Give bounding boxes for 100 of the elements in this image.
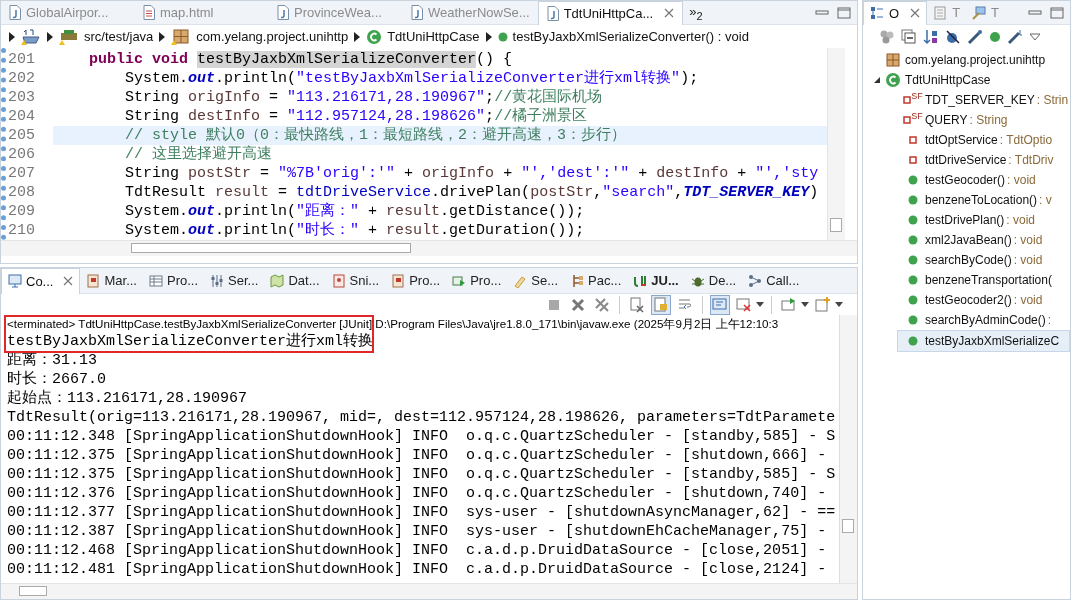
view-tab[interactable]: Sni... [325, 268, 386, 293]
vertical-scrollbar[interactable] [839, 315, 857, 583]
breadcrumb-item[interactable]: TdtUniHttpCase [366, 28, 480, 45]
tab-label: T [991, 5, 1000, 20]
horizontal-scrollbar[interactable] [1, 583, 857, 599]
tree-item[interactable]: testGeocoder2() : void [863, 290, 1070, 310]
hide-fields-icon[interactable] [945, 29, 961, 45]
maximize-icon[interactable] [1050, 6, 1064, 19]
tab-label: Co... [26, 273, 54, 289]
view-tab[interactable]: Pro... [446, 268, 508, 293]
card-icon [331, 273, 346, 288]
expander-icon[interactable] [873, 76, 881, 84]
scroll-lock-button[interactable] [651, 294, 671, 315]
code-area[interactable] [53, 48, 827, 240]
vertical-scrollbar[interactable] [827, 48, 845, 240]
view-tab[interactable]: Co... [1, 268, 81, 294]
method-filter-icon[interactable] [989, 31, 1001, 43]
class-icon [885, 72, 901, 88]
tree-item[interactable]: testDrivePlan() : void [863, 210, 1070, 230]
view-tab[interactable]: Pac... [564, 268, 628, 293]
breadcrumb-label: src/test/java [84, 29, 154, 44]
tree-item[interactable]: searchByAdminCode() : [863, 310, 1070, 330]
console-line: 起始点：113.216171,28.190967 [7, 389, 249, 408]
code-token: postStr [188, 165, 252, 182]
breadcrumb-item[interactable] [21, 27, 41, 46]
type-label: : void [1013, 233, 1043, 247]
pin-button[interactable] [710, 294, 730, 315]
view-tab[interactable]: Dat... [264, 268, 326, 293]
more-tabs-button[interactable]: »$_{2}$ [683, 3, 709, 22]
hide-local-icon[interactable] [1007, 29, 1023, 45]
scroll-lock-icon [653, 296, 669, 313]
tree-item[interactable]: TdtUniHttpCase [863, 70, 1070, 90]
caret-icon[interactable] [835, 301, 843, 308]
code-token: "113.216171,28.190967" [287, 89, 486, 106]
sort-icon[interactable] [923, 29, 939, 45]
caret-icon[interactable] [801, 301, 809, 308]
console-line: 00:11:12.481 [SpringApplicationShutdownHook] INFO c.a.d.p.DruidDataSource - [close,2124] - [7, 560, 828, 579]
close-icon[interactable] [664, 8, 675, 18]
line-number: 208 [8, 183, 36, 202]
tab-label: Call... [766, 273, 800, 288]
tree-item[interactable]: testByJaxbXmlSerializeC [897, 330, 1070, 352]
constant-icon [903, 96, 912, 104]
circles-icon[interactable] [879, 29, 895, 45]
caret-icon[interactable] [756, 301, 764, 308]
collapse-all-icon[interactable] [901, 29, 917, 45]
tree-item[interactable]: testGeocoder() : void [863, 170, 1070, 190]
view-tab[interactable]: De... [684, 268, 743, 293]
hide-static-icon[interactable] [967, 29, 983, 45]
tree-item[interactable]: searchByCode() : void [863, 250, 1070, 270]
tree-item[interactable]: com.yelang.project.unihttp [863, 50, 1070, 70]
tree-label: tdtOptService [925, 133, 998, 147]
view-tab[interactable]: Pro... [143, 268, 205, 293]
monitor-icon [972, 5, 987, 20]
junit-icon [633, 273, 648, 288]
console-line: 00:11:12.375 [SpringApplicationShutdownHook] INFO o.q.c.QuartzScheduler - [shutdown,666] - [7, 446, 828, 465]
editor-tab[interactable]: TdtUniHttpCa... [537, 1, 684, 25]
code-token: destInfo [188, 108, 261, 125]
horizontal-scrollbar[interactable] [1, 240, 857, 256]
display-icon [736, 296, 752, 313]
code-token: .println( [215, 222, 297, 239]
map-icon [270, 273, 285, 288]
code-token: "%7B'orig':'" [278, 165, 396, 182]
clear-console-button[interactable] [627, 294, 647, 315]
chevron-icon [9, 31, 15, 42]
view-tab[interactable]: O [863, 1, 928, 25]
view-tab[interactable]: Pro... [385, 268, 447, 293]
tree-item[interactable]: xml2JavaBean() : void [863, 230, 1070, 250]
code-token: = [268, 89, 280, 106]
close-icon[interactable] [910, 8, 921, 18]
type-label: : String [969, 113, 1008, 127]
hierarchy-icon [570, 273, 585, 288]
document-icon [933, 5, 948, 20]
java-file-icon [411, 5, 423, 20]
tree-label: testDrivePlan() [925, 213, 1005, 227]
tree-item[interactable]: tdtOptService : TdtOptio [863, 130, 1070, 150]
maximize-icon[interactable] [837, 6, 851, 19]
breadcrumb-item[interactable]: src/test/java [59, 27, 154, 46]
code-token: origInfo [422, 165, 495, 182]
code-token: out [188, 70, 216, 87]
tree-item[interactable]: benzeneTransportation( [863, 270, 1070, 290]
breadcrumb-label: TdtUniHttpCase [387, 29, 480, 44]
code-token: //黄花国际机场 [494, 89, 603, 106]
code-token: "testByJaxbXmlSerializeConverter进行xml转换" [296, 70, 681, 87]
tab-label: Pro... [409, 273, 441, 288]
close-icon[interactable] [63, 276, 74, 286]
tree-label: TDT_SERVER_KEY [925, 93, 1035, 107]
code-token: , [674, 184, 684, 201]
breadcrumb-item[interactable]: com.yelang.project.unihttp [171, 27, 349, 46]
nodes-icon [748, 273, 763, 288]
view-tab[interactable]: Call... [742, 268, 806, 293]
view-menu-icon[interactable] [1029, 33, 1041, 41]
view-tab[interactable]: JU... [627, 268, 685, 293]
tree-item[interactable]: tdtDriveService : TdtDriv [863, 150, 1070, 170]
code-token: + [367, 222, 379, 239]
view-tab[interactable]: Ser... [204, 268, 265, 293]
type-label: : TdtOptio [999, 133, 1053, 147]
view-tab[interactable]: Mar... [80, 268, 143, 293]
code-token: , [593, 184, 603, 201]
view-tab[interactable]: Se... [507, 268, 565, 293]
tree-item[interactable]: benzeneToLocation() : v [863, 190, 1070, 210]
